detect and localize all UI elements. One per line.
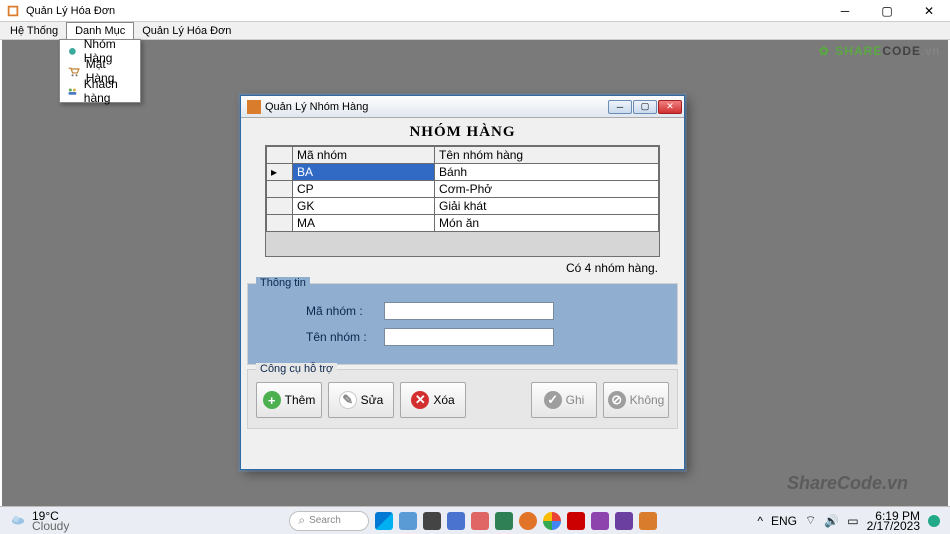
- menu-danh-muc[interactable]: Danh Mục: [66, 22, 134, 39]
- groupbox-title: Công cụ hỗ trợ: [256, 363, 337, 375]
- taskbar-app-icon[interactable]: [471, 512, 489, 530]
- edit-button[interactable]: ✎ Sửa: [328, 382, 394, 418]
- volume-icon[interactable]: 🔊: [824, 514, 839, 528]
- taskbar-clock[interactable]: 6:19 PM 2/17/2023: [867, 511, 920, 531]
- menubar: Hệ Thống Danh Mục Quản Lý Hóa Đơn: [0, 22, 950, 40]
- dialog-minimize-button[interactable]: ─: [608, 100, 632, 114]
- input-ma-nhom[interactable]: [384, 302, 554, 320]
- taskbar-app-icon[interactable]: [519, 512, 537, 530]
- taskbar-search[interactable]: ⌕ Search: [289, 511, 369, 531]
- battery-icon[interactable]: ▭: [847, 514, 858, 528]
- taskbar-app-icon[interactable]: [399, 512, 417, 530]
- wifi-icon[interactable]: ⌔: [805, 513, 816, 528]
- taskbar-app-icon[interactable]: [567, 512, 585, 530]
- notification-icon[interactable]: [928, 515, 940, 527]
- save-button[interactable]: ✓ Ghi: [531, 382, 597, 418]
- cell-ten-nhom[interactable]: Giải khát: [435, 198, 659, 215]
- search-icon: ⌕: [298, 513, 305, 528]
- cell-ten-nhom[interactable]: Bánh: [435, 164, 659, 181]
- row-count-label: Có 4 nhóm hàng.: [241, 257, 684, 279]
- column-header-ten-nhom[interactable]: Tên nhóm hàng: [435, 147, 659, 164]
- main-window: Quản Lý Hóa Đơn ─ ▢ ✕ Hệ Thống Danh Mục …: [0, 0, 950, 534]
- taskbar-weather-label: Cloudy: [32, 521, 69, 531]
- users-icon: [67, 84, 78, 98]
- table-row[interactable]: MA Món ăn: [267, 215, 659, 232]
- delete-button[interactable]: ✕ Xóa: [400, 382, 466, 418]
- cell-ten-nhom[interactable]: Cơm-Phở: [435, 181, 659, 198]
- start-button[interactable]: [375, 512, 393, 530]
- app-icon: [6, 4, 20, 18]
- taskbar-app-icon[interactable]: [447, 512, 465, 530]
- tray-chevron-icon[interactable]: ^: [757, 514, 763, 528]
- cell-ma-nhom[interactable]: CP: [293, 181, 435, 198]
- tray-language[interactable]: ENG: [771, 514, 797, 528]
- window-maximize-button[interactable]: ▢: [866, 0, 908, 22]
- cart-icon: [67, 64, 80, 78]
- taskbar-app-icon[interactable]: [495, 512, 513, 530]
- window-minimize-button[interactable]: ─: [824, 0, 866, 22]
- menu-he-thong[interactable]: Hệ Thống: [2, 22, 66, 39]
- dialog-close-button[interactable]: ✕: [658, 100, 682, 114]
- dialog-maximize-button[interactable]: ▢: [633, 100, 657, 114]
- groupbox-title: Thông tin: [256, 277, 310, 289]
- table-row[interactable]: ▸ BA Bánh: [267, 164, 659, 181]
- window-close-button[interactable]: ✕: [908, 0, 950, 22]
- cell-ten-nhom[interactable]: Món ăn: [435, 215, 659, 232]
- cloud-icon: [10, 511, 26, 530]
- taskbar-app-icon[interactable]: [591, 512, 609, 530]
- dialog-title: Quản Lý Nhóm Hàng: [265, 101, 608, 113]
- menu-item-label: Khách hàng: [84, 77, 133, 105]
- block-icon: ⊘: [608, 391, 626, 409]
- column-header-ma-nhom[interactable]: Mã nhóm: [293, 147, 435, 164]
- check-icon: ✓: [544, 391, 562, 409]
- dialog-heading: NHÓM HÀNG: [241, 118, 684, 145]
- row-indicator-icon: ▸: [267, 164, 293, 181]
- taskbar-date: 2/17/2023: [867, 521, 920, 531]
- plus-icon: +: [263, 391, 281, 409]
- data-grid[interactable]: Mã nhóm Tên nhóm hàng ▸ BA Bánh CP Cơm-P…: [265, 145, 660, 257]
- menu-quan-ly-hoa-don[interactable]: Quản Lý Hóa Đơn: [134, 22, 239, 39]
- cell-ma-nhom[interactable]: GK: [293, 198, 435, 215]
- row-selector-header: [267, 147, 293, 164]
- mdi-client-area: ✿ SHARECODE.vn ShareCode.vn Quản Lý Nhóm…: [2, 40, 948, 506]
- taskbar-app-icon[interactable]: [423, 512, 441, 530]
- dialog-icon: [247, 100, 261, 114]
- cell-ma-nhom[interactable]: BA: [293, 164, 435, 181]
- input-ten-nhom[interactable]: [384, 328, 554, 346]
- taskbar-app-icon[interactable]: [615, 512, 633, 530]
- menu-item-khach-hang[interactable]: Khách hàng: [61, 81, 139, 101]
- window-title: Quản Lý Hóa Đơn: [26, 5, 824, 17]
- taskbar-weather[interactable]: 19°C Cloudy: [0, 511, 69, 531]
- dialog-nhom-hang: Quản Lý Nhóm Hàng ─ ▢ ✕ NHÓM HÀNG Mã nhó…: [240, 95, 685, 470]
- sharecode-logo: ✿ SHARECODE.vn: [819, 42, 940, 60]
- groupbox-cong-cu: Công cụ hỗ trợ + Thêm ✎ Sửa ✕ Xóa ✓ Ghi: [247, 369, 678, 429]
- taskbar-app-icon[interactable]: [543, 512, 561, 530]
- dialog-titlebar: Quản Lý Nhóm Hàng ─ ▢ ✕: [241, 96, 684, 118]
- groupbox-thong-tin: Thông tin Mã nhóm : Tên nhóm :: [247, 283, 678, 365]
- x-icon: ✕: [411, 391, 429, 409]
- taskbar-app-icon[interactable]: [639, 512, 657, 530]
- taskbar-tray: ^ ENG ⌔ 🔊 ▭ 6:19 PM 2/17/2023: [757, 511, 950, 531]
- titlebar: Quản Lý Hóa Đơn ─ ▢ ✕: [0, 0, 950, 22]
- menu-danh-muc-dropdown: Nhóm Hàng Mặt Hàng Khách hàng: [59, 39, 141, 103]
- taskbar: 19°C Cloudy ⌕ Search ^ ENG ⌔ 🔊: [0, 506, 950, 534]
- wrench-icon: ✎: [339, 391, 357, 409]
- table-row[interactable]: CP Cơm-Phở: [267, 181, 659, 198]
- cell-ma-nhom[interactable]: MA: [293, 215, 435, 232]
- table-row[interactable]: GK Giải khát: [267, 198, 659, 215]
- label-ma-nhom: Mã nhóm :: [306, 304, 384, 318]
- taskbar-pinned-apps: [375, 512, 657, 530]
- search-placeholder: Search: [309, 515, 341, 526]
- sharecode-watermark: ShareCode.vn: [787, 473, 908, 494]
- add-button[interactable]: + Thêm: [256, 382, 322, 418]
- cancel-button[interactable]: ⊘ Không: [603, 382, 669, 418]
- label-ten-nhom: Tên nhóm :: [306, 330, 384, 344]
- tag-icon: [67, 44, 78, 58]
